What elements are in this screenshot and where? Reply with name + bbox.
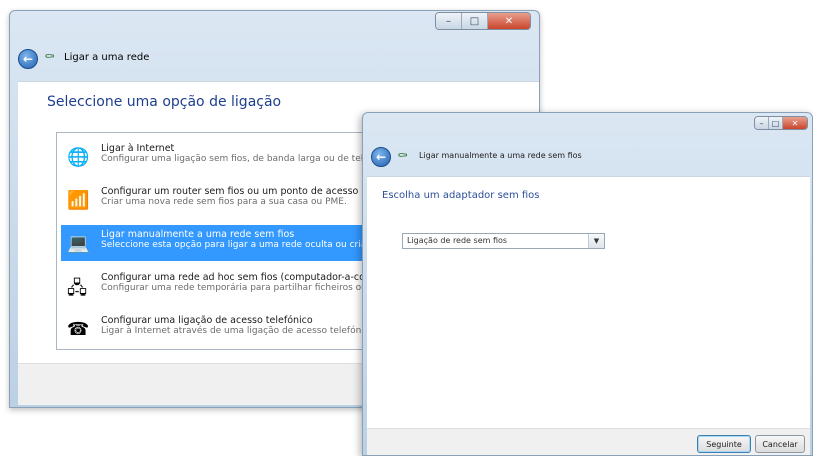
adapter-select[interactable]: Ligação de rede sem fios ▼ <box>402 233 605 249</box>
back-arrow-icon[interactable]: ← <box>371 147 391 167</box>
window-title: Ligar manualmente a uma rede sem fios <box>419 151 582 160</box>
back-arrow-icon[interactable]: ← <box>18 49 38 69</box>
network-computer-icon: 💻 <box>67 233 90 254</box>
window-title: Ligar a uma rede <box>64 52 150 63</box>
adapter-select-value: Ligação de rede sem fios <box>407 236 508 245</box>
next-button[interactable]: Seguinte <box>697 435 751 453</box>
close-button[interactable]: ✕ <box>488 13 530 29</box>
page-heading: Escolha um adaptador sem fios <box>382 190 540 201</box>
maximize-button[interactable]: □ <box>462 13 488 29</box>
adhoc-network-icon: 🖧 <box>67 278 88 299</box>
router-icon: 📶 <box>67 190 90 211</box>
globe-icon: 🌐 <box>67 147 90 168</box>
title-bar: – □ ✕ ← ⚰ Ligar a uma rede <box>10 11 539 81</box>
minimize-button[interactable]: – <box>436 13 462 29</box>
close-button[interactable]: ✕ <box>783 117 807 129</box>
network-icon: ⚰ <box>44 50 55 65</box>
telephone-icon: ☎ <box>67 319 90 340</box>
maximize-button[interactable]: □ <box>769 117 783 129</box>
manual-wireless-window: – □ ✕ ← ⚰ Ligar manualmente a uma rede s… <box>362 112 813 456</box>
window-controls: – □ ✕ <box>754 116 808 130</box>
wizard-footer: Seguinte Cancelar <box>367 428 810 455</box>
network-icon: ⚰ <box>397 149 408 164</box>
chevron-down-icon[interactable]: ▼ <box>588 234 604 248</box>
minimize-button[interactable]: – <box>755 117 769 129</box>
page-heading: Seleccione uma opção de ligação <box>47 94 282 110</box>
cancel-button[interactable]: Cancelar <box>755 435 805 453</box>
window-controls: – □ ✕ <box>435 12 531 30</box>
wizard-content: Escolha um adaptador sem fios Ligação de… <box>367 176 810 428</box>
